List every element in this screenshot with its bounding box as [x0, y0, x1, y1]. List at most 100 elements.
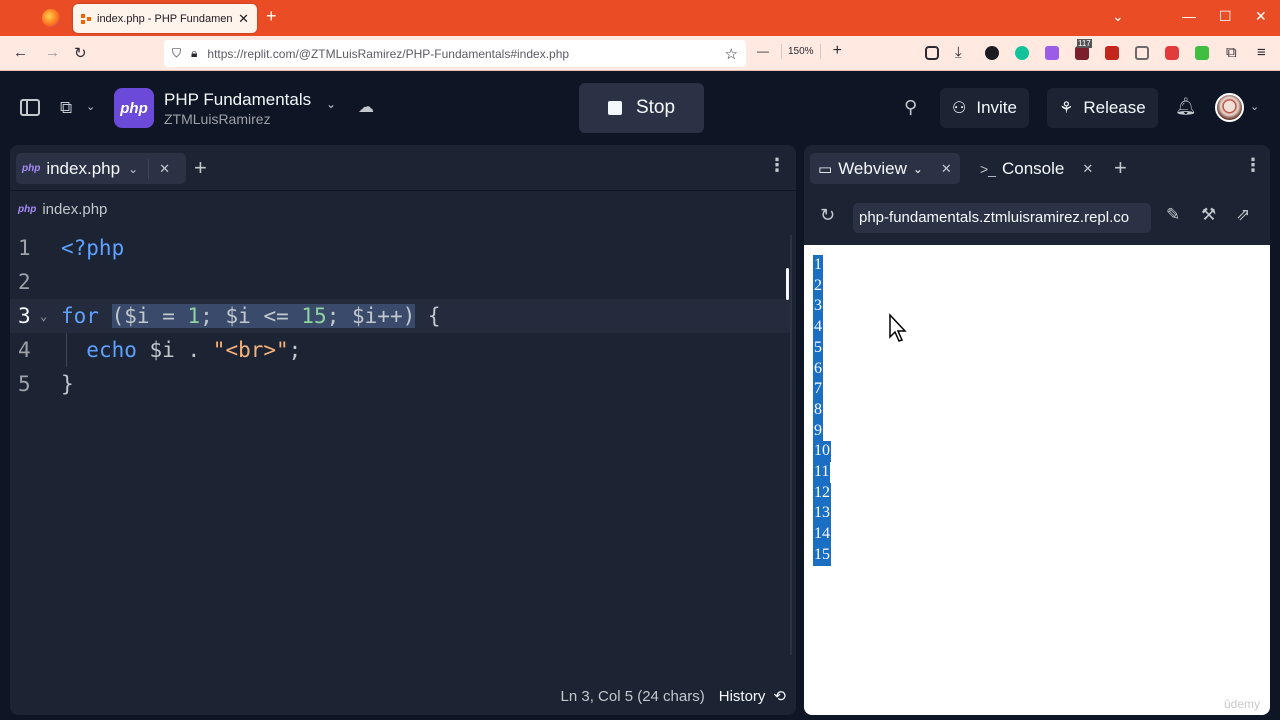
- zoom-in-button[interactable]: +: [833, 42, 842, 60]
- tab-chevron-icon[interactable]: ⌄: [128, 162, 138, 176]
- cursor-position[interactable]: Ln 3, Col 5 (24 chars): [561, 688, 705, 705]
- zoom-controls: — 150% +: [757, 42, 842, 60]
- breadcrumb-file[interactable]: index.php: [42, 201, 107, 218]
- ublock-icon[interactable]: 117: [1075, 39, 1092, 60]
- minimize-button[interactable]: —: [1182, 8, 1196, 24]
- screenshot-icon[interactable]: [1165, 46, 1179, 60]
- extension-red-icon[interactable]: [1105, 46, 1119, 60]
- code-line[interactable]: 5 }: [10, 367, 790, 401]
- editor-scrollbar[interactable]: [790, 235, 792, 655]
- close-tab-icon[interactable]: ✕: [1082, 161, 1093, 177]
- close-window-button[interactable]: ✕: [1255, 8, 1267, 25]
- stop-label: Stop: [635, 97, 676, 118]
- pane-menu-icon[interactable]: ⋮: [1244, 155, 1262, 176]
- menu-hamburger-icon[interactable]: ≡: [1257, 44, 1266, 61]
- list-tabs-icon[interactable]: ⌄: [1112, 8, 1124, 25]
- open-new-tab-icon[interactable]: ⇗: [1236, 205, 1250, 225]
- firefox-icon[interactable]: [42, 9, 60, 27]
- notifications-bell-icon[interactable]: 🔔︎: [1175, 97, 1197, 117]
- downloads-icon[interactable]: ⤓: [955, 44, 962, 61]
- invite-label: Invite: [976, 98, 1017, 117]
- shield-icon[interactable]: ⛉: [172, 46, 181, 61]
- webview-output[interactable]: 1 2 3 4 5 6 7 8 9 10 11 12 13 14 15 ûdem…: [804, 245, 1270, 715]
- extensions-puzzle-icon[interactable]: ⧉: [1226, 44, 1237, 61]
- code-line-active[interactable]: 3 ⌄ for ($i = 1; $i <= 15; $i++) {: [10, 299, 790, 333]
- grammarly-icon[interactable]: [1015, 46, 1029, 60]
- zoom-level[interactable]: 150%: [781, 43, 821, 59]
- output-line: 11: [813, 462, 831, 483]
- reader-icon[interactable]: [1135, 46, 1149, 60]
- breadcrumb: php index.php: [18, 201, 107, 218]
- webview-url-input[interactable]: php-fundamentals.ztmluisramirez.repl.co: [853, 203, 1151, 233]
- release-button[interactable]: ⚘ Release: [1047, 88, 1158, 128]
- back-icon[interactable]: ←: [13, 44, 28, 61]
- extension-dark-icon[interactable]: [985, 46, 999, 60]
- browser-nav-bar: ← → ↻ ⛉ 🔒︎ https://replit.com/@ZTMLuisRa…: [0, 36, 1280, 71]
- fold-chevron-icon[interactable]: ⌄: [40, 299, 47, 333]
- reload-icon[interactable]: ↻: [74, 44, 87, 62]
- cloud-saved-icon[interactable]: ☁: [358, 97, 374, 117]
- watermark: ûdemy: [1223, 697, 1260, 711]
- code-editor[interactable]: 1 <?php 2 3 ⌄ for ($i = 1; $i <= 15; $i+…: [10, 231, 790, 401]
- invite-button[interactable]: ⚇ Invite: [940, 88, 1029, 128]
- account-chevron-icon[interactable]: ⌄: [1250, 100, 1259, 113]
- tab-console[interactable]: >_ Console ✕: [972, 153, 1101, 184]
- output-line: 1: [813, 255, 823, 276]
- browser-tab-title: index.php - PHP Fundamentals: [97, 12, 233, 25]
- line-number: 4: [18, 338, 31, 362]
- zoom-out-button[interactable]: —: [757, 44, 769, 58]
- add-tab-button[interactable]: +: [1114, 155, 1127, 181]
- history-button[interactable]: History ⟲: [719, 687, 786, 706]
- editor-tab-label: index.php: [46, 158, 121, 178]
- add-tab-button[interactable]: +: [194, 155, 207, 181]
- output-line: 13: [813, 503, 831, 525]
- code-text: echo $i . "<br>";: [86, 338, 302, 362]
- pane-resize-handle[interactable]: [786, 268, 789, 300]
- maximize-button[interactable]: ☐: [1219, 8, 1232, 25]
- code-line[interactable]: 1 <?php: [10, 231, 790, 265]
- edit-pencil-icon[interactable]: ✎: [1166, 205, 1180, 225]
- project-owner[interactable]: ZTMLuisRamirez: [164, 111, 271, 127]
- editor-pane: php index.php ⌄ ✕ + ⋮ php index.php 1 <?…: [10, 145, 796, 715]
- project-menu-chevron-icon[interactable]: ⌄: [326, 97, 336, 111]
- editor-menu-icon[interactable]: ⋮: [768, 155, 786, 176]
- devtools-wrench-icon[interactable]: ⚒: [1201, 205, 1216, 225]
- close-tab-icon[interactable]: ✕: [941, 161, 952, 177]
- avatar[interactable]: [1215, 93, 1244, 122]
- tab-chevron-icon[interactable]: ⌄: [913, 162, 923, 176]
- new-tab-button[interactable]: +: [266, 6, 277, 27]
- pocket-icon[interactable]: [925, 46, 939, 60]
- extension-green-icon[interactable]: [1195, 46, 1209, 60]
- output-line: 14: [813, 524, 831, 545]
- refresh-icon[interactable]: ↻: [820, 205, 835, 226]
- line-number: 5: [18, 372, 31, 396]
- lock-icon[interactable]: 🔒︎: [191, 46, 197, 61]
- stop-button[interactable]: Stop: [579, 83, 704, 133]
- bookmark-star-icon[interactable]: ☆: [725, 45, 738, 63]
- browser-tab[interactable]: index.php - PHP Fundamentals ✕: [73, 4, 257, 33]
- tab-divider: [148, 158, 150, 179]
- output-line: 2: [813, 275, 823, 297]
- output-line: 15: [813, 544, 831, 566]
- sidebar-toggle-icon[interactable]: [20, 99, 40, 116]
- stop-square-icon: [607, 101, 622, 115]
- terminal-icon: >_: [980, 160, 996, 177]
- history-icon: ⟲: [773, 688, 786, 705]
- code-line[interactable]: 4 echo $i . "<br>";: [10, 333, 790, 367]
- project-logo[interactable]: php: [114, 88, 154, 128]
- search-icon[interactable]: ⚲: [904, 97, 917, 118]
- close-tab-icon[interactable]: ✕: [159, 161, 170, 177]
- tab-webview[interactable]: ▭ Webview ⌄ ✕: [810, 153, 960, 184]
- url-bar[interactable]: ⛉ 🔒︎ https://replit.com/@ZTMLuisRamirez/…: [164, 40, 746, 67]
- chevron-down-icon[interactable]: ⌄: [86, 100, 95, 113]
- editor-tab-index-php[interactable]: php index.php ⌄ ✕: [16, 153, 186, 184]
- workspace-icon[interactable]: ⧉: [60, 98, 72, 118]
- code-line[interactable]: 2: [10, 265, 790, 299]
- extension-purple-icon[interactable]: [1045, 46, 1059, 60]
- project-name[interactable]: PHP Fundamentals: [164, 90, 311, 110]
- close-tab-icon[interactable]: ✕: [238, 11, 249, 27]
- browser-tab-strip: index.php - PHP Fundamentals ✕ + ⌄ — ☐ ✕: [0, 0, 1280, 36]
- forward-icon[interactable]: →: [45, 44, 60, 61]
- php-file-icon: php: [18, 204, 37, 215]
- webview-address-bar: ↻ php-fundamentals.ztmluisramirez.repl.c…: [804, 191, 1270, 243]
